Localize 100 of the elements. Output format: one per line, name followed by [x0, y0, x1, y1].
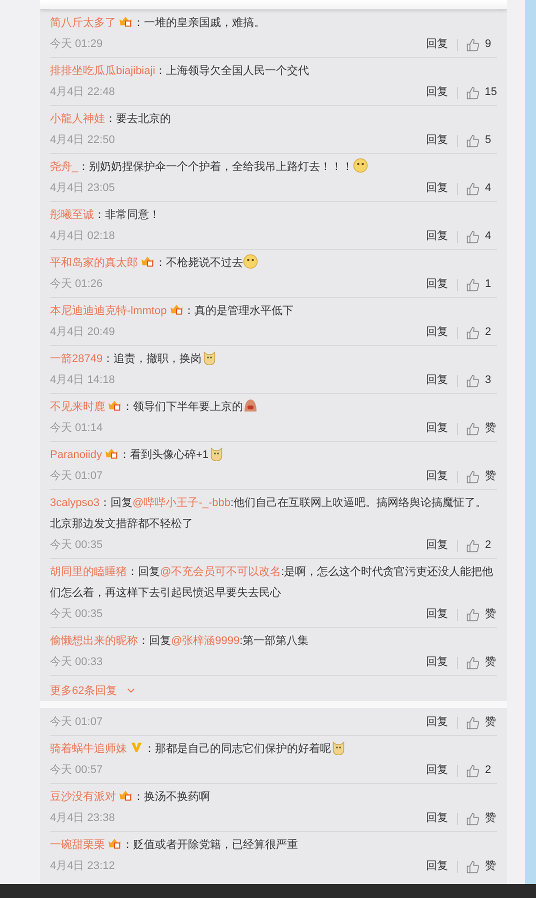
like-count: 1	[485, 277, 492, 292]
comment-time: 4月4日 14:18	[50, 373, 116, 388]
thumbs-up-icon[interactable]	[466, 470, 480, 484]
username-link[interactable]: 平和岛家的真太郎	[50, 257, 138, 269]
comment-time: 今天 01:07	[50, 715, 104, 730]
reply-link[interactable]: 回复	[426, 82, 448, 103]
thumbs-up-icon[interactable]	[466, 374, 480, 388]
comment-time: 今天 00:57	[50, 763, 104, 778]
reply-link[interactable]: 回复	[426, 130, 448, 151]
thumbs-up-icon[interactable]	[466, 230, 480, 244]
comment-time: 4月4日 23:38	[50, 811, 116, 826]
username-link[interactable]: 彤曦至诚	[50, 209, 94, 221]
thumbs-up-icon[interactable]	[466, 812, 480, 826]
reply-link[interactable]: 回复	[426, 34, 448, 55]
comment-text: 彤曦至诚：非常同意！	[50, 208, 161, 223]
like-count: 2	[485, 538, 492, 553]
thumbs-up-icon[interactable]	[466, 38, 480, 52]
comment-text: 偷懒想出来的昵称：回复@张梓涵9999:第一部第八集	[50, 634, 310, 649]
comment-time: 今天 00:35	[50, 607, 104, 622]
like-count: 9	[485, 37, 492, 52]
reply-link[interactable]: 回复	[426, 604, 448, 625]
username-link[interactable]: 偷懒想出来的昵称	[50, 635, 138, 647]
comment-text: 3calypso3：回复@哔哔小王子-_-bbb:他们自己在互联网上吹逼吧。搞网络舆论搞魔怔了。北京那边发文措辞都不轻松了	[50, 496, 488, 532]
reply-link[interactable]: 回复	[426, 535, 448, 556]
like-count: 赞	[485, 811, 497, 826]
username-link[interactable]: 一箭28749	[50, 353, 103, 365]
thumbs-up-icon[interactable]	[466, 182, 480, 196]
comment-text: 本尼迪迪迪克特-lmmtop ：真的是管理水平低下	[50, 302, 295, 319]
username-link[interactable]: 一碗甜栗栗	[50, 839, 105, 851]
username-link[interactable]: 排排坐吃瓜瓜biajibiaji	[50, 65, 156, 77]
comment-text: 骑着蜗牛追师妹 ：那都是自己的同志它们保护的好着呢	[50, 739, 497, 760]
comment-time: 4月4日 22:48	[50, 85, 116, 100]
comment-text: 一箭28749：追责，撤职，换岗	[50, 349, 497, 370]
reply-link[interactable]: 回复	[426, 370, 448, 391]
like-count: 5	[485, 133, 492, 148]
thumbs-up-icon[interactable]	[466, 278, 480, 292]
thumbs-up-icon[interactable]	[466, 86, 480, 100]
comment-text: 不见来时鹿 ：领导们下半年要上京的	[50, 397, 497, 418]
like-count: 4	[485, 181, 492, 196]
comment-text: Paranoiidy ：看到头像心碎+1	[50, 445, 497, 466]
comment-text: 一碗甜栗栗 ：贬值或者开除党籍，已经算很严重	[50, 836, 299, 853]
thumbs-up-icon[interactable]	[466, 860, 480, 874]
more-replies-link[interactable]: 更多62条回复	[50, 682, 118, 698]
like-count: 15	[484, 85, 497, 100]
comment-time: 4月4日 22:50	[50, 133, 116, 148]
comment-time: 4月4日 20:49	[50, 325, 116, 340]
thumbs-up-icon[interactable]	[466, 608, 480, 622]
mention-link[interactable]: @不充会员可不可以改名	[160, 566, 282, 578]
comment-time: 今天 01:29	[50, 37, 104, 52]
username-link[interactable]: 尧舟_	[50, 161, 78, 173]
reply-link[interactable]: 回复	[426, 712, 448, 733]
thumbs-up-icon[interactable]	[466, 326, 480, 340]
username-link[interactable]: 本尼迪迪迪克特-lmmtop	[50, 305, 167, 317]
comment-text: 豆沙没有派对 ：换汤不换药啊	[50, 788, 211, 805]
username-link[interactable]: 豆沙没有派对	[50, 791, 116, 803]
thumbs-up-icon[interactable]	[466, 134, 480, 148]
comment-text: 平和岛家的真太郎 ：不枪毙说不过去	[50, 253, 497, 274]
username-link[interactable]: 不见来时鹿	[50, 401, 105, 413]
comment-time: 今天 01:14	[50, 421, 104, 436]
like-count: 3	[485, 373, 492, 388]
reply-link[interactable]: 回复	[426, 466, 448, 487]
thumbs-up-icon[interactable]	[466, 538, 480, 552]
reply-link[interactable]: 回复	[426, 808, 448, 829]
username-link[interactable]: 骑着蜗牛追师妹	[50, 743, 127, 755]
like-count: 赞	[485, 655, 497, 670]
like-count: 赞	[485, 421, 497, 436]
like-count: 2	[485, 763, 492, 778]
thumbs-up-icon[interactable]	[466, 764, 480, 778]
like-count: 2	[485, 325, 492, 340]
like-count: 赞	[485, 607, 497, 622]
username-link[interactable]: 胡同里的瞌睡猪	[50, 566, 127, 578]
comment-text: 简八斤太多了 ：一堆的皇亲国戚，难搞。	[50, 14, 266, 31]
reply-link[interactable]: 回复	[426, 418, 448, 439]
thumbs-up-icon[interactable]	[466, 656, 480, 670]
username-link[interactable]: 小龍人神娃	[50, 113, 105, 125]
comment-time: 4月4日 23:12	[50, 859, 116, 874]
like-count: 赞	[485, 859, 497, 874]
comment-time: 今天 00:35	[50, 538, 104, 553]
reply-link[interactable]: 回复	[426, 652, 448, 673]
mention-link[interactable]: @张梓涵9999	[171, 635, 240, 647]
comment-time: 今天 01:26	[50, 277, 104, 292]
reply-link[interactable]: 回复	[426, 760, 448, 781]
comment-text: 小龍人神娃：要去北京的	[50, 112, 172, 127]
reply-link[interactable]: 回复	[426, 322, 448, 343]
reply-link[interactable]: 回复	[426, 274, 448, 295]
mention-link[interactable]: @哔哔小王子-_-bbb	[132, 497, 231, 509]
username-link[interactable]: 简八斤太多了	[50, 17, 116, 29]
comment-time: 4月4日 02:18	[50, 229, 116, 244]
comment-time: 4月4日 23:05	[50, 181, 116, 196]
username-link[interactable]: 3calypso3	[50, 497, 100, 509]
username-link[interactable]: Paranoiidy	[50, 449, 102, 461]
comment-text: 胡同里的瞌睡猪：回复@不充会员可不可以改名:是啊，怎么这个时代贪官污吏还没人能把他们怎么着，再这样下去引起民愤迟早要失去民心	[50, 564, 494, 601]
thumbs-up-icon[interactable]	[466, 716, 480, 730]
like-count: 4	[485, 229, 492, 244]
reply-link[interactable]: 回复	[426, 178, 448, 199]
chevron-down-icon[interactable]	[127, 688, 136, 692]
thumbs-up-icon[interactable]	[466, 422, 480, 436]
reply-link[interactable]: 回复	[426, 226, 448, 247]
comment-time: 今天 01:07	[50, 469, 104, 484]
reply-link[interactable]: 回复	[426, 856, 448, 877]
